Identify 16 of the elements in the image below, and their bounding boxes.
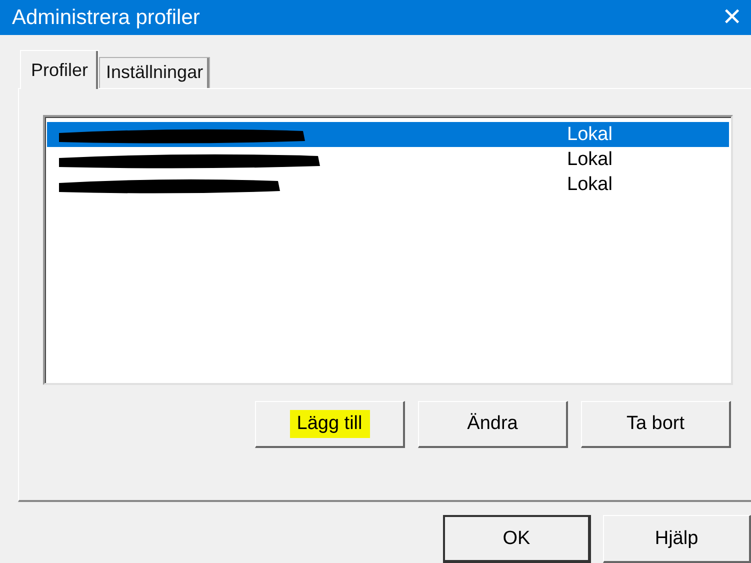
dialog-button[interactable]: Hjälp — [603, 515, 751, 563]
list-row[interactable]: Lokal — [47, 172, 729, 197]
profile-location: Lokal — [567, 174, 612, 196]
tab[interactable]: Inställningar — [99, 57, 210, 88]
profile-location: Lokal — [567, 124, 612, 146]
close-button[interactable]: ✕ — [715, 3, 749, 32]
list-row[interactable]: Lokal — [47, 122, 729, 147]
list-row[interactable]: Lokal — [47, 147, 729, 172]
profile-list[interactable]: Lokal Lokal Lokal — [43, 115, 733, 385]
window-title: Administrera profiler — [12, 6, 200, 30]
dialog-button[interactable]: OK — [443, 515, 592, 563]
tab[interactable]: Profiler — [20, 50, 100, 89]
action-button[interactable]: Ta bort — [581, 401, 731, 448]
action-button[interactable]: Ändra — [418, 401, 568, 448]
action-button[interactable]: Lägg till — [255, 401, 405, 448]
profile-location: Lokal — [567, 148, 612, 170]
